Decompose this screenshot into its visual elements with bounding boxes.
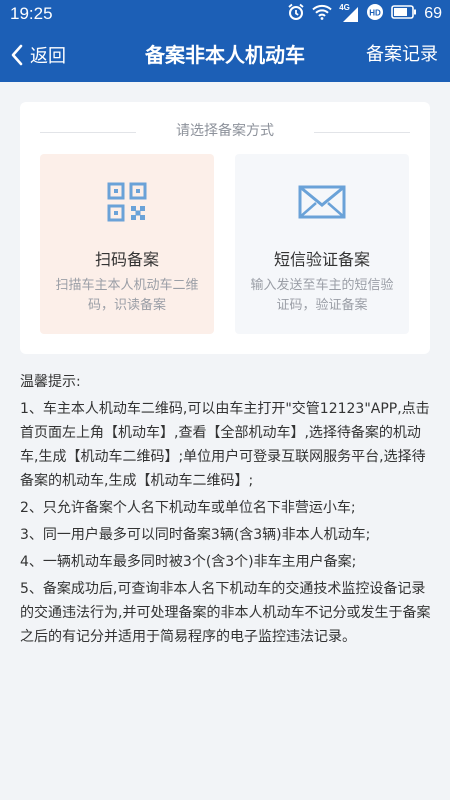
- sms-verify-desc: 输入发送至车主的短信验证码，验证备案: [250, 278, 394, 313]
- battery-level: 69: [424, 5, 442, 22]
- scan-qr-title: 扫码备案: [94, 250, 159, 269]
- divider-right: [314, 132, 410, 133]
- tip-item: 3、同一用户最多可以同时备案3辆(含3辆)非本人机动车;: [20, 527, 371, 543]
- sms-verify-title: 短信验证备案: [273, 250, 370, 269]
- tips-heading: 温馨提示:: [20, 374, 81, 390]
- alarm-icon: [287, 3, 305, 26]
- back-label: 返回: [30, 46, 66, 67]
- tip-item: 1、车主本人机动车二维码,可以由车主打开"交管12123"APP,点击首页面左上…: [20, 401, 430, 489]
- svg-text:HD: HD: [369, 8, 381, 17]
- tip-item: 4、一辆机动车最多同时被3个(含3个)非车主用户备案;: [20, 554, 357, 570]
- nav-bar: 返回 备案非本人机动车 备案记录: [0, 28, 450, 82]
- tip-item: 5、备案成功后,可查询非本人名下机动车的交通技术监控设备记录的交通违法行为,并可…: [20, 581, 431, 645]
- hd-icon: HD: [366, 3, 384, 26]
- status-icons: 4G HD 69: [287, 3, 442, 25]
- choose-method-label: 请选择备案方式: [176, 123, 274, 139]
- method-card: 请选择备案方式 扫码备案 扫描车主本人机动车二维码，识读备案 短信验证备案 输入…: [20, 102, 430, 354]
- scan-qr-option[interactable]: 扫码备案 扫描车主本人机动车二维码，识读备案: [40, 154, 214, 334]
- tip-item: 2、只允许备案个人名下机动车或单位名下非营运小车;: [20, 500, 356, 516]
- chevron-left-icon: [11, 44, 23, 66]
- status-time: 19:25: [10, 4, 53, 23]
- battery-icon: [391, 4, 417, 24]
- scan-qr-desc: 扫描车主本人机动车二维码，识读备案: [55, 278, 199, 313]
- sms-verify-option[interactable]: 短信验证备案 输入发送至车主的短信验证码，验证备案: [235, 154, 409, 334]
- tips-section: 温馨提示: 1、车主本人机动车二维码,可以由车主打开"交管12123"APP,点…: [20, 370, 435, 652]
- records-button[interactable]: 备案记录: [366, 28, 438, 82]
- wifi-icon: [312, 4, 332, 25]
- qrcode-icon: [107, 182, 147, 222]
- back-button[interactable]: 返回: [10, 28, 66, 82]
- signal-icon: 4G: [339, 3, 359, 23]
- envelope-icon: [298, 185, 346, 219]
- status-bar: 19:25 4G HD 69: [0, 0, 450, 28]
